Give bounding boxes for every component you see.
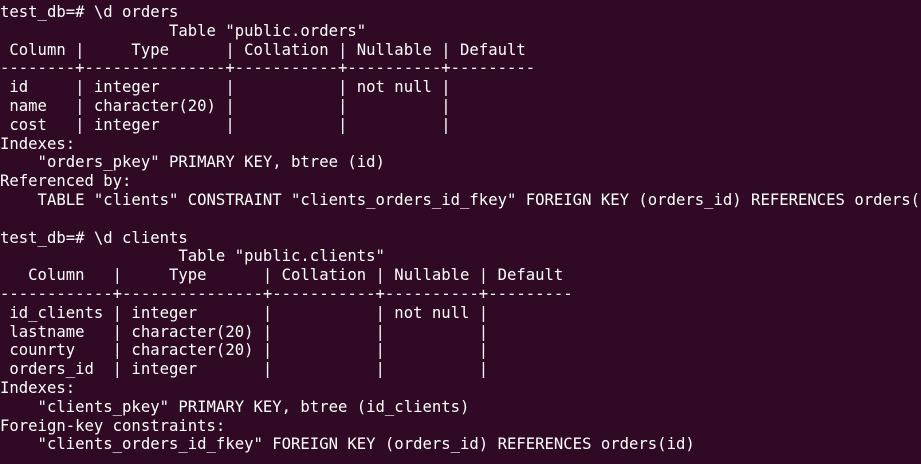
- table-title: Table "public.clients": [0, 247, 385, 266]
- table-row: counrty | character(20) | | |: [0, 341, 489, 360]
- table-header-row: Column | Type | Collation | Nullable | D…: [0, 266, 573, 285]
- table-row: orders_id | integer | | |: [0, 360, 489, 379]
- foreign-key-heading: Foreign-key constraints:: [0, 416, 226, 435]
- terminal-window[interactable]: test_db=# \d orders Table "public.orders…: [0, 0, 921, 464]
- table-row: id_clients | integer | | not null |: [0, 303, 489, 322]
- table-row: id | integer | | not null |: [0, 78, 451, 97]
- foreign-key-entry: "clients_orders_id_fkey" FOREIGN KEY (or…: [0, 435, 695, 454]
- table-separator: ------------+---------------+-----------…: [0, 284, 573, 303]
- index-entry: "clients_pkey" PRIMARY KEY, btree (id_cl…: [0, 397, 470, 416]
- table-row: lastname | character(20) | | |: [0, 322, 489, 341]
- prompt-command-line: test_db=# \d clients: [0, 228, 188, 247]
- indexes-heading: Indexes:: [0, 378, 76, 397]
- table-title: Table "public.orders": [0, 21, 367, 40]
- indexes-heading: Indexes:: [0, 134, 76, 153]
- index-entry: "orders_pkey" PRIMARY KEY, btree (id): [0, 153, 385, 172]
- table-row: cost | integer | | |: [0, 115, 451, 134]
- referenced-by-heading: Referenced by:: [0, 172, 132, 191]
- table-row: name | character(20) | | |: [0, 96, 451, 115]
- table-separator: --------+---------------+-----------+---…: [0, 59, 536, 78]
- reference-entry: TABLE "clients" CONSTRAINT "clients_orde…: [0, 190, 921, 209]
- table-header-row: Column | Type | Collation | Nullable | D…: [0, 40, 536, 59]
- prompt-command-line: test_db=# \d orders: [0, 3, 179, 21]
